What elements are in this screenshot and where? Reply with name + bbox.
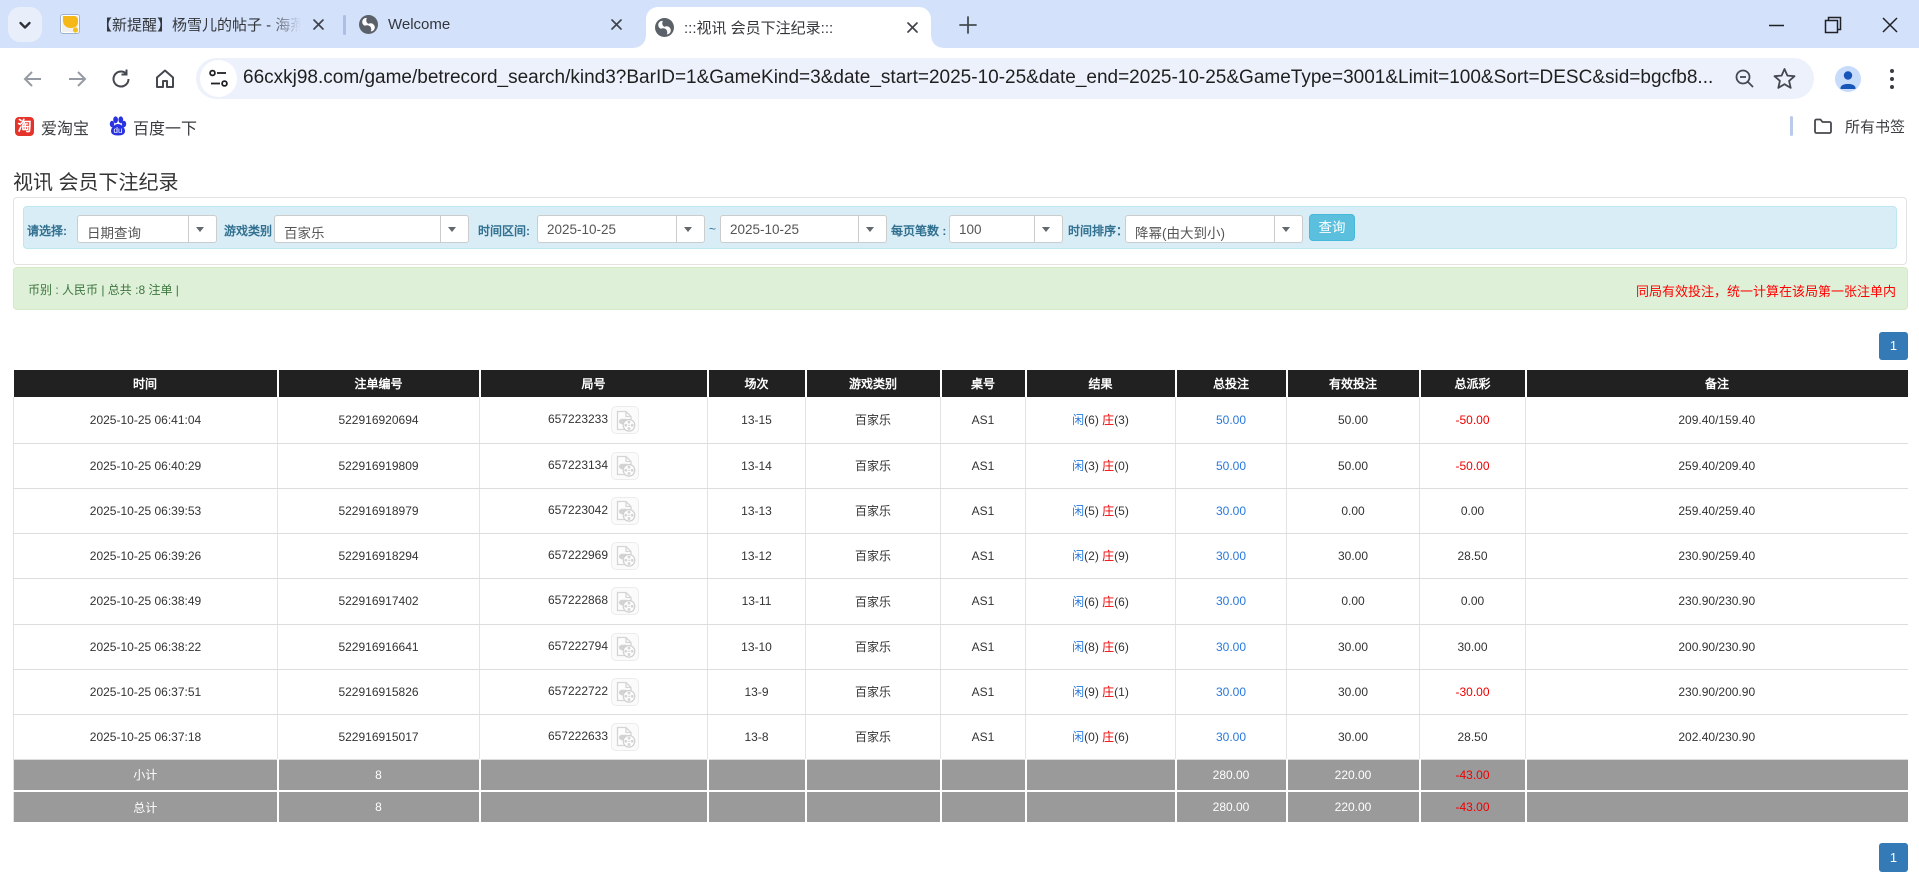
svg-text:du: du	[114, 126, 123, 135]
